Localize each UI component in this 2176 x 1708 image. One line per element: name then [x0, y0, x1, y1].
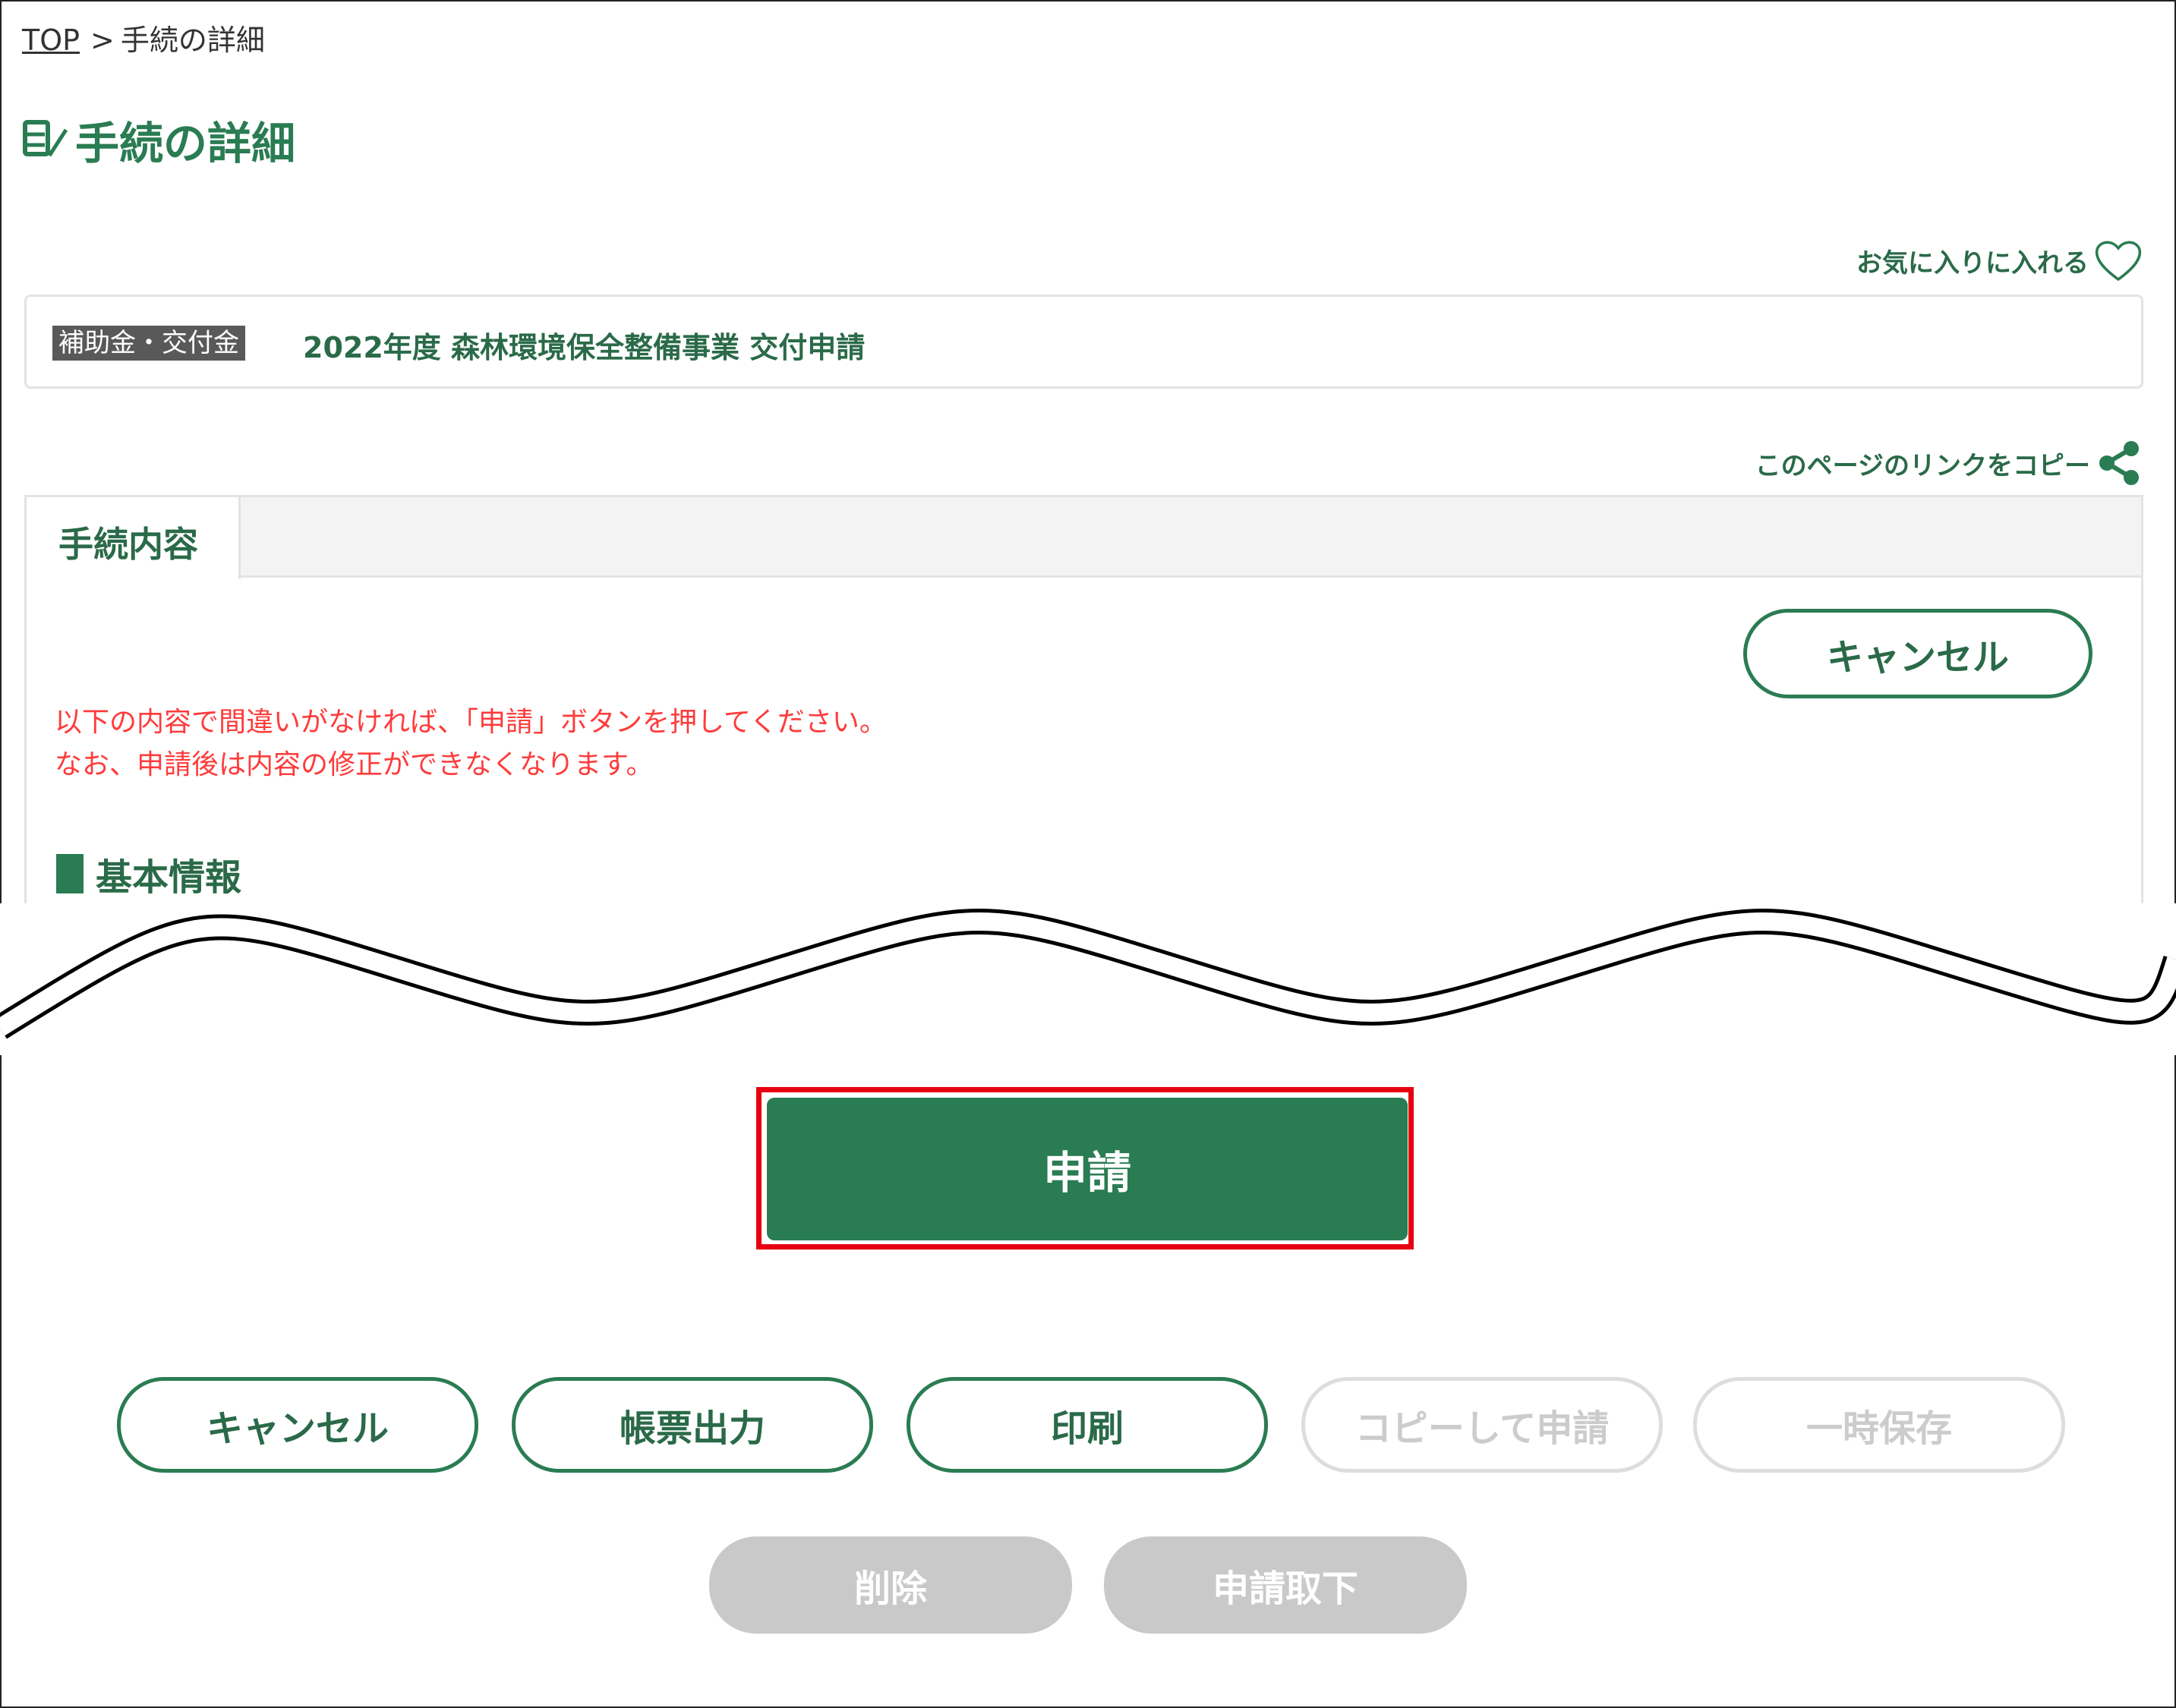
tab-strip: [27, 497, 2141, 578]
submit-apply-button[interactable]: 申請: [767, 1098, 1408, 1240]
favorite-label: お気に入りに入れる: [1856, 247, 2089, 279]
withdraw-application-button[interactable]: 申請取下: [1104, 1536, 1467, 1634]
notice-line-2: なお、申請後は内容の修正ができなくなります。: [55, 749, 654, 780]
print-button[interactable]: 印刷: [907, 1377, 1268, 1473]
copy-page-link[interactable]: このページのリンクをコピー: [1755, 439, 2143, 487]
panel-cancel-button[interactable]: キャンセル: [1743, 609, 2092, 698]
breadcrumb: TOP > 手続の詳細: [22, 17, 265, 58]
cancel-button[interactable]: キャンセル: [117, 1377, 478, 1473]
section-marker: [56, 854, 84, 893]
form-output-button[interactable]: 帳票出力: [512, 1377, 873, 1473]
breadcrumb-current: 手続の詳細: [120, 24, 265, 57]
form-pen-icon: [23, 120, 68, 157]
tab-procedure-content[interactable]: 手続内容: [27, 497, 241, 579]
notice-line-1: 以下の内容で間違いがなければ、「申請」ボタンを押してください。: [55, 707, 887, 738]
copy-and-apply-button[interactable]: コピーして申請: [1301, 1377, 1663, 1473]
breadcrumb-top-link[interactable]: TOP: [22, 24, 80, 57]
favorite-link[interactable]: お気に入りに入れる: [1856, 237, 2143, 284]
share-icon: [2099, 441, 2139, 485]
delete-button[interactable]: 削除: [709, 1536, 1072, 1634]
procedure-summary: 補助金・交付金 2022年度 森林環境保全整備事業 交付申請: [24, 295, 2143, 389]
breadcrumb-separator: >: [90, 24, 115, 57]
category-badge: 補助金・交付金: [52, 326, 245, 361]
heart-outline-icon: [2095, 241, 2142, 282]
tab-label: 手続内容: [58, 524, 198, 565]
omission-wave-divider: [0, 903, 2176, 1055]
section-title: 基本情報: [96, 856, 242, 899]
page-title: 手続の詳細: [22, 108, 295, 172]
page-title-text: 手続の詳細: [75, 118, 296, 169]
copy-link-label: このページのリンクをコピー: [1755, 450, 2090, 481]
section-heading-basic-info: 基本情報: [56, 847, 241, 900]
confirmation-notice: 以下の内容で間違いがなければ、「申請」ボタンを押してください。 なお、申請後は内…: [55, 701, 887, 786]
temporary-save-button[interactable]: 一時保存: [1693, 1377, 2065, 1473]
procedure-name: 2022年度 森林環境保全整備事業 交付申請: [303, 331, 866, 364]
